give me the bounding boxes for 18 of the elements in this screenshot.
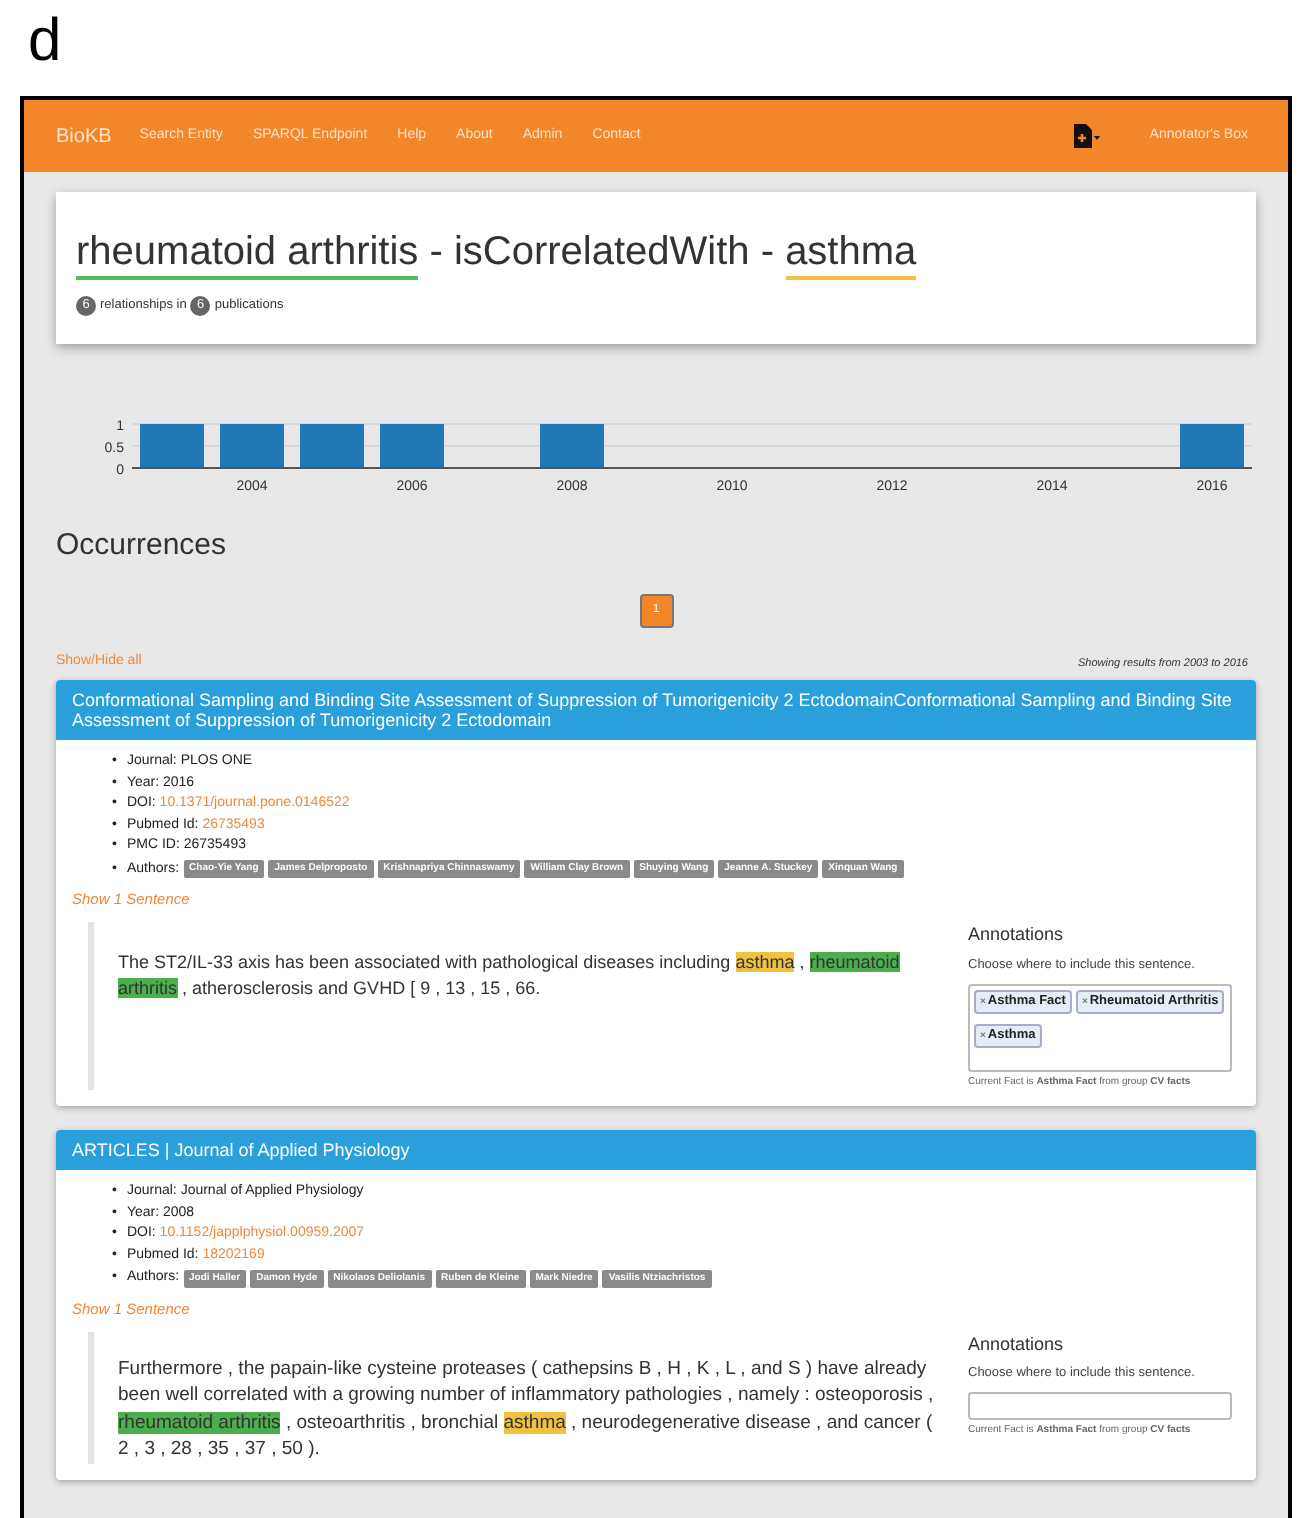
add-file-icon[interactable] (1071, 124, 1102, 148)
article-title: Conformational Sampling and Binding Site Assessment of Suppression of Tumorigenicity 2 EctodomainConformational Sampling and Binding Site Assessment of Suppression of Tumorigenicity 2 Ectodomain (56, 680, 1256, 740)
annotations-heading: Annotations (968, 922, 1066, 949)
annotations-heading: Annotations (968, 1331, 1066, 1358)
sentence-quote: Furthermore , the papain-like cysteine proteases ( cathepsins B , H , K , L , and S ) have already been well correlated with a growing number of inflammatory pathologies , namely : osteoporosis , rheumatoid arthritis , osteoarthritis , bronchial asthma , neurodegenerative disease , and cancer ( 2 , 3 , 28 , 35 , 37 , 50 ). (88, 1331, 936, 1464)
figure-label: d (26, 6, 62, 78)
bar (1180, 424, 1244, 468)
bar (540, 424, 604, 468)
brand-link[interactable]: BioKB (56, 121, 112, 151)
occurrences-heading: Occurrences (56, 526, 227, 566)
article-title: ARTICLES | Journal of Applied Physiology (56, 1130, 1256, 1170)
relation-text: - isCorrelatedWith - (427, 228, 776, 278)
bar (140, 424, 204, 468)
object-entity: asthma (785, 228, 917, 280)
subject-entity: rheumatoid arthritis (76, 228, 419, 280)
bar (300, 424, 364, 468)
bar (380, 424, 444, 468)
bar (220, 424, 284, 468)
